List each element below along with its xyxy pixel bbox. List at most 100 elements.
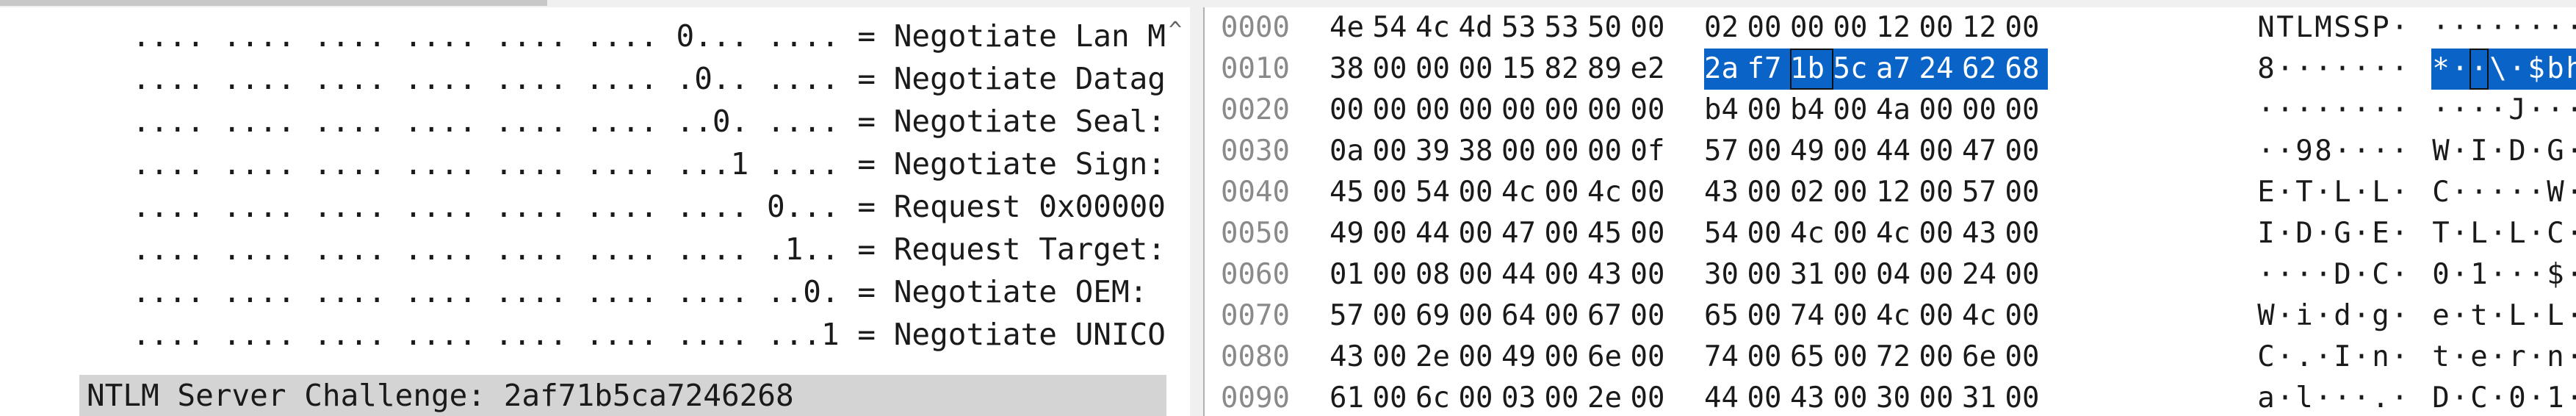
hex-byte[interactable]: 00 <box>1373 337 1408 378</box>
hex-byte[interactable]: 00 <box>1833 90 1869 131</box>
hex-byte[interactable]: 00 <box>1459 295 1494 337</box>
hex-byte[interactable]: 31 <box>1790 254 1825 295</box>
ascii-char[interactable]: · <box>2352 254 2371 295</box>
hex-byte[interactable]: 00 <box>1587 90 1623 131</box>
horizontal-scrollbar[interactable] <box>0 0 2576 7</box>
ascii-char[interactable]: \ <box>2489 49 2508 90</box>
ascii-char[interactable]: · <box>2450 172 2469 213</box>
hex-byte[interactable]: 30 <box>1876 378 1911 416</box>
hex-byte[interactable]: 45 <box>1587 213 1623 254</box>
ascii-char[interactable]: · <box>2469 90 2489 131</box>
ascii-char[interactable]: g <box>2371 295 2390 337</box>
ascii-char[interactable]: · <box>2314 378 2333 416</box>
ascii-char[interactable]: · <box>2352 337 2371 378</box>
hex-byte[interactable]: 00 <box>1747 378 1783 416</box>
hex-byte[interactable]: 00 <box>1833 337 1869 378</box>
hex-byte[interactable]: 57 <box>1704 131 1739 172</box>
hex-byte[interactable]: 2a <box>1704 49 1747 90</box>
ascii-char[interactable]: · <box>2390 378 2409 416</box>
ascii-char[interactable]: · <box>2489 172 2508 213</box>
hex-byte[interactable]: 00 <box>1747 131 1783 172</box>
ascii-char[interactable]: 0 <box>2431 254 2450 295</box>
ascii-char[interactable]: i <box>2295 295 2314 337</box>
ascii-char[interactable]: W <box>2431 131 2450 172</box>
ascii-char[interactable]: · <box>2450 337 2469 378</box>
hex-byte[interactable]: 54 <box>1704 213 1739 254</box>
hex-byte[interactable]: 61 <box>1330 378 1365 416</box>
hex-row[interactable]: 0080 43 00 2e 00 49 00 6e 00 74 00 65 00 72 00 6e 00 C ·. ·… <box>1205 337 2576 378</box>
ascii-char[interactable]: · <box>2333 378 2352 416</box>
ascii-char[interactable]: · <box>2276 49 2295 90</box>
hex-byte[interactable]: 00 <box>1415 90 1451 131</box>
ascii-char[interactable]: * <box>2431 49 2450 90</box>
hex-byte[interactable]: 00 <box>1459 49 1494 90</box>
hex-byte[interactable]: 00 <box>1747 337 1783 378</box>
hex-byte[interactable]: 00 <box>1747 295 1783 337</box>
ascii-char[interactable]: · <box>2565 213 2576 254</box>
hex-row[interactable]: 0090 61 00 6c 00 03 00 2e 00 44 00 43 00 30 00 31 00 a · l ·… <box>1205 378 2576 416</box>
ascii-char[interactable]: t <box>2469 295 2489 337</box>
ascii-char[interactable]: t <box>2431 337 2450 378</box>
hex-byte[interactable]: 00 <box>1373 295 1408 337</box>
hex-byte[interactable]: 00 <box>1373 131 1408 172</box>
hex-byte[interactable]: 00 <box>1747 7 1783 49</box>
hex-byte[interactable]: 44 <box>1876 131 1911 172</box>
hex-byte[interactable]: 00 <box>1919 7 1955 49</box>
ascii-char[interactable]: · <box>2295 90 2314 131</box>
ascii-char[interactable]: D <box>2431 378 2450 416</box>
ascii-char[interactable]: · <box>2489 254 2508 295</box>
hex-byte[interactable]: 00 <box>1545 337 1580 378</box>
hex-byte[interactable]: 08 <box>1415 254 1451 295</box>
hex-byte[interactable]: 00 <box>1833 295 1869 337</box>
hex-byte[interactable]: 65 <box>1704 295 1739 337</box>
ascii-char[interactable]: · <box>2276 337 2295 378</box>
ascii-char[interactable]: 8 <box>2256 49 2276 90</box>
ascii-char[interactable]: · <box>2450 7 2469 49</box>
hex-byte[interactable]: 4d <box>1459 7 1494 49</box>
ascii-char[interactable]: · <box>2352 172 2371 213</box>
hex-byte[interactable]: 00 <box>1501 131 1537 172</box>
ascii-char[interactable]: S <box>2333 7 2352 49</box>
ascii-char[interactable]: 1 <box>2546 378 2565 416</box>
hex-byte[interactable]: 00 <box>1330 90 1365 131</box>
ascii-char[interactable]: · <box>2276 378 2295 416</box>
ascii-char[interactable]: · <box>2352 295 2371 337</box>
ascii-char[interactable]: · <box>2527 213 2546 254</box>
hex-byte[interactable]: 74 <box>1704 337 1739 378</box>
hex-byte[interactable]: 5c <box>1833 49 1876 90</box>
hex-byte[interactable]: 4c <box>1587 172 1623 213</box>
ascii-char[interactable]: · <box>2390 295 2409 337</box>
ascii-char[interactable]: · <box>2431 90 2450 131</box>
hex-byte[interactable]: 00 <box>1631 7 1666 49</box>
hex-byte[interactable]: 00 <box>1545 378 1580 416</box>
hex-byte[interactable]: 00 <box>2005 337 2041 378</box>
hex-byte[interactable]: 43 <box>1704 172 1739 213</box>
hex-byte[interactable]: 00 <box>1373 213 1408 254</box>
hex-row[interactable]: 0000 4e 54 4c 4d 53 53 50 00 02 00 00 00 12 00 12 00 N T L M… <box>1205 7 2576 49</box>
ascii-char[interactable]: S <box>2352 7 2371 49</box>
hex-byte[interactable]: 00 <box>2005 7 2041 49</box>
ascii-char[interactable]: I <box>2333 337 2352 378</box>
ascii-char[interactable]: · <box>2527 172 2546 213</box>
hex-byte[interactable]: 72 <box>1876 337 1911 378</box>
ascii-char[interactable]: · <box>2390 131 2409 172</box>
hex-byte[interactable]: 12 <box>1876 7 1911 49</box>
hex-byte[interactable]: 47 <box>1962 131 1997 172</box>
hex-byte[interactable]: 00 <box>1919 90 1955 131</box>
ascii-char[interactable]: 9 <box>2295 131 2314 172</box>
ascii-char[interactable]: · <box>2527 295 2546 337</box>
ascii-char[interactable]: e <box>2469 337 2489 378</box>
ascii-char[interactable]: · <box>2333 90 2352 131</box>
ascii-char[interactable]: $ <box>2527 49 2546 90</box>
hex-byte[interactable]: 6c <box>1415 378 1451 416</box>
hex-byte[interactable]: 00 <box>1631 90 1666 131</box>
ascii-char[interactable]: · <box>2371 49 2390 90</box>
hex-row[interactable]: 0010 38 00 00 00 15 82 89 e2 2a f7 1b 5c a7 24 62 68 8 · · ·… <box>1205 49 2576 90</box>
ascii-char[interactable]: · <box>2508 254 2527 295</box>
hex-byte[interactable]: 00 <box>2005 131 2041 172</box>
hex-byte[interactable]: 00 <box>1459 254 1494 295</box>
ascii-char[interactable]: · <box>2565 378 2576 416</box>
ascii-char[interactable]: · <box>2546 90 2565 131</box>
hex-byte[interactable]: 00 <box>1459 213 1494 254</box>
ascii-char[interactable]: · <box>2276 213 2295 254</box>
